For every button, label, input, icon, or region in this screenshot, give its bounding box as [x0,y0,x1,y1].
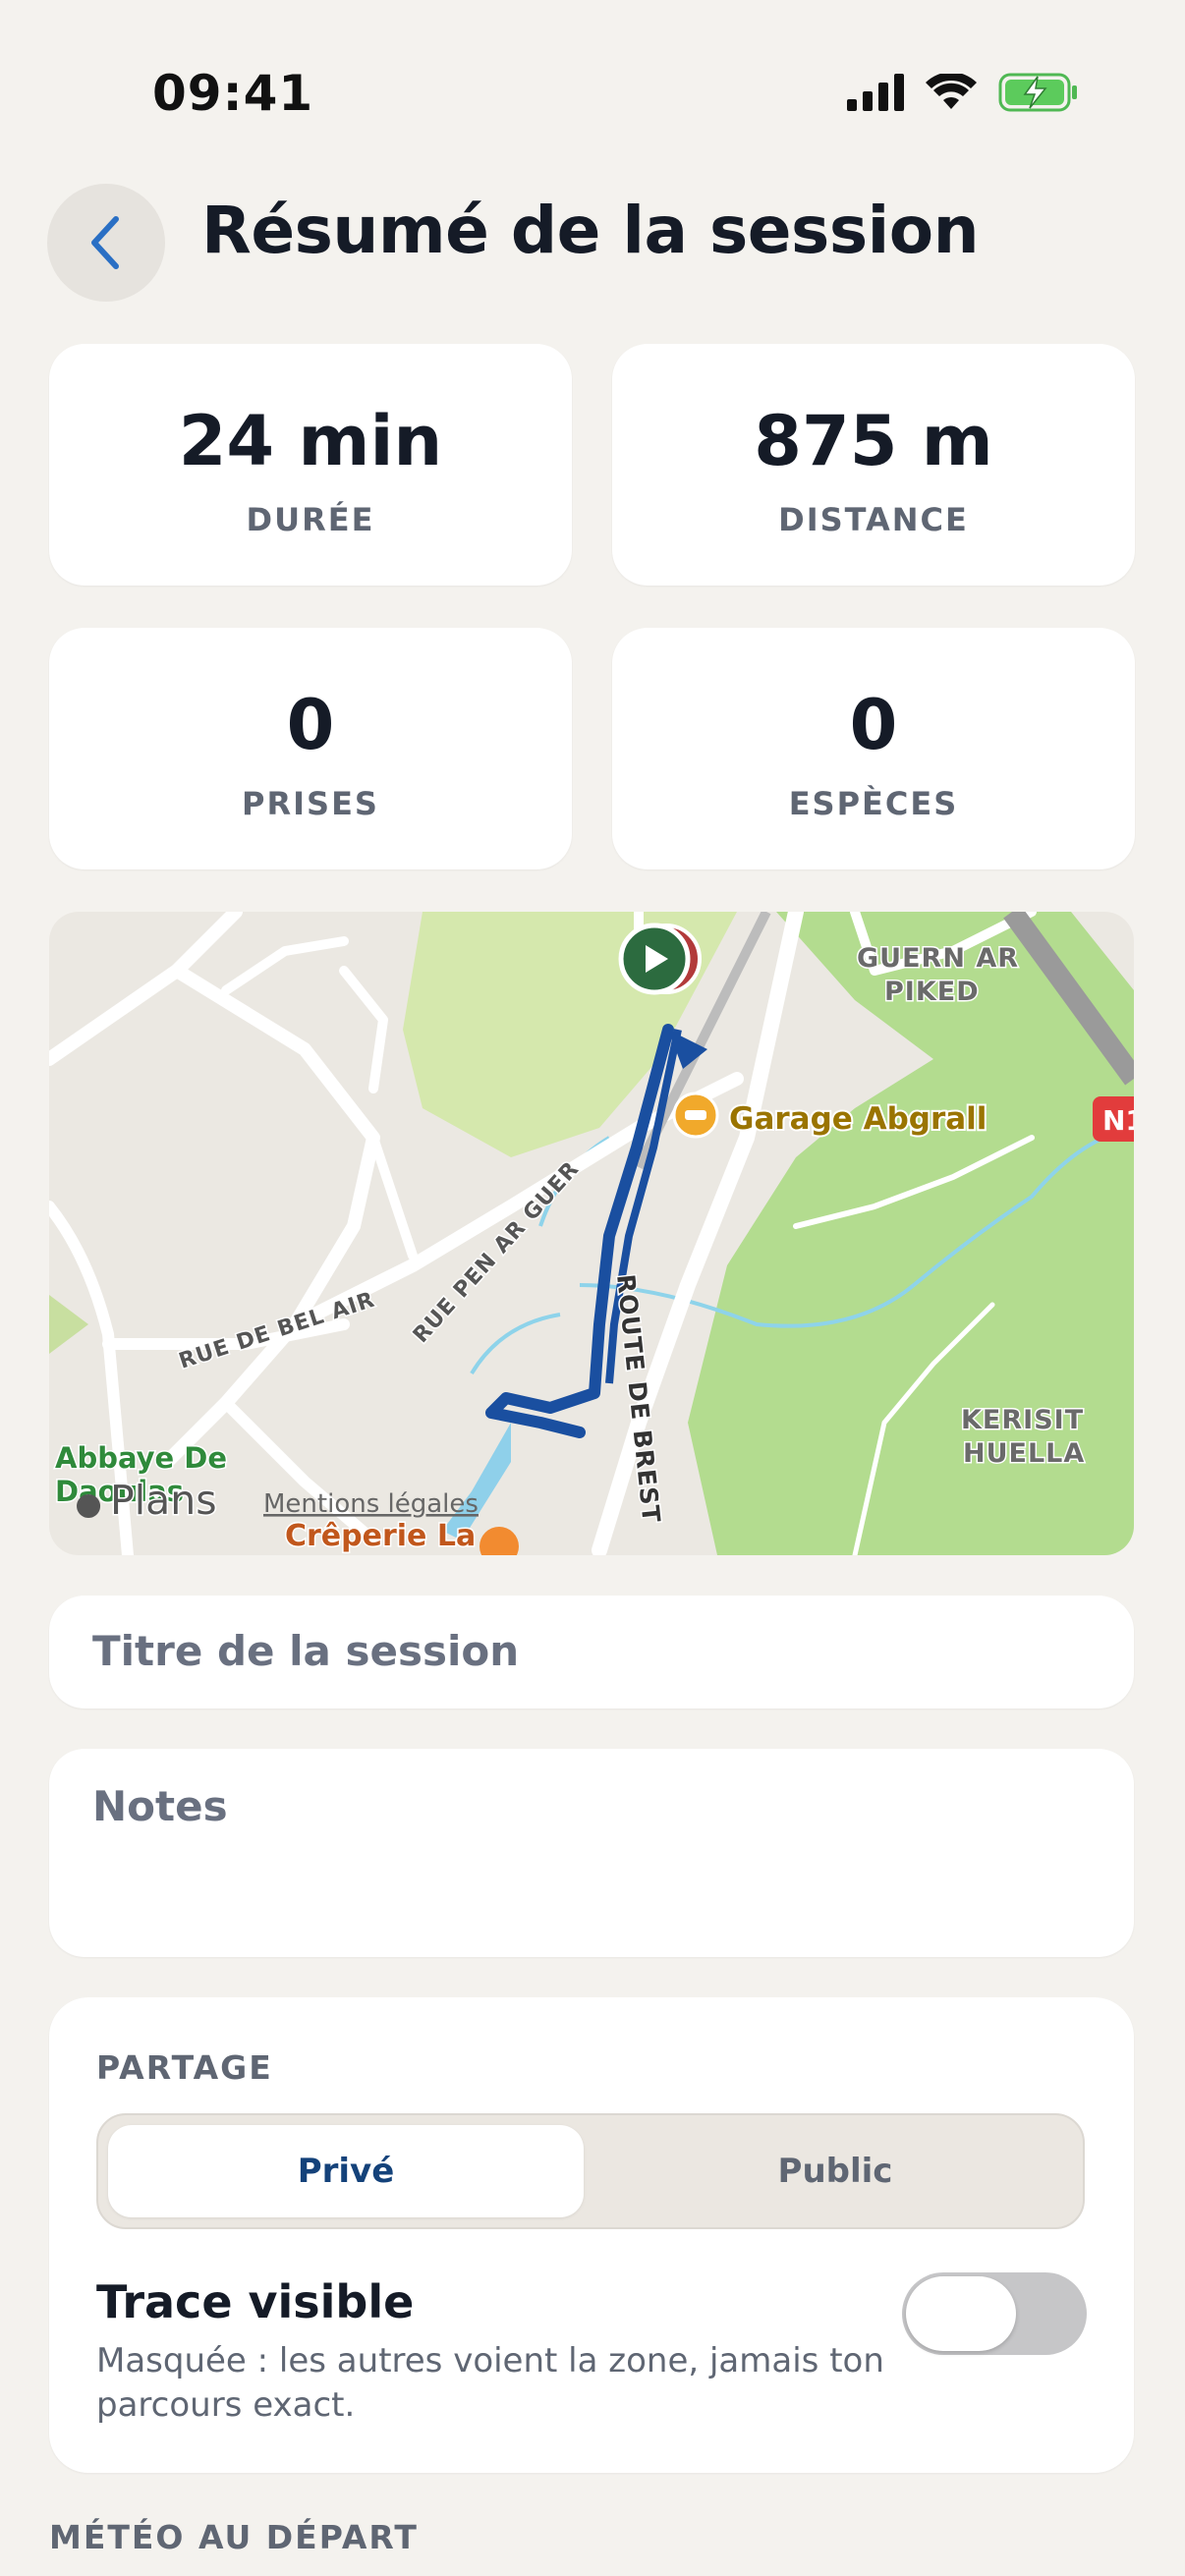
stat-value: 24 min [178,401,443,481]
back-button[interactable] [47,184,165,302]
poi-garage[interactable]: Garage Abgrall [727,1099,988,1139]
notes-field[interactable]: Notes [49,1749,1134,1957]
battery-charging-icon [998,73,1077,112]
segment-public[interactable]: Public [597,2125,1073,2217]
map-label-kerisit: KERISIT [961,1405,1084,1435]
trace-visible-label: Trace visible [96,2275,415,2328]
session-map[interactable]: Garage Abgrall N1 GUERN AR PIKED KERISIT… [49,912,1134,1555]
status-bar: 09:41 [0,0,1185,187]
poi-abbaye[interactable]: Abbaye De [54,1440,229,1477]
stat-label: DISTANCE [778,501,969,538]
stat-value: 875 m [754,401,993,481]
map-label-guern: GUERN AR [857,943,1019,974]
weather-heading: MÉTÉO AU DÉPART [49,2518,419,2556]
maps-attribution: Plans [110,1477,217,1524]
stat-label: PRISES [242,785,379,822]
street-label-bel-air: RUE DE BEL AIR [176,1288,378,1374]
page-title: Résumé de la session [201,193,980,268]
poi-creperie[interactable]: Crêperie La [284,1518,478,1555]
route-badge-label: N1 [1102,1104,1134,1137]
toggle-knob [906,2276,1016,2351]
session-title-field[interactable]: Titre de la session [49,1596,1134,1708]
sharing-heading: PARTAGE [96,2048,273,2087]
stat-label: DURÉE [246,501,375,538]
map-label-piked: PIKED [884,977,980,1007]
stat-card-species: 0 ESPÈCES [612,628,1135,869]
visibility-segmented-control: Privé Public [96,2113,1085,2229]
sharing-card: PARTAGE Privé Public Trace visible Masqu… [49,1997,1134,2473]
legal-notice-link[interactable]: Mentions légales [263,1489,479,1519]
stat-value: 0 [286,685,335,765]
trace-visible-toggle[interactable] [902,2272,1087,2355]
status-time: 09:41 [152,65,314,122]
session-title-placeholder: Titre de la session [92,1627,520,1675]
status-icons [847,73,1079,112]
cellular-signal-icon [847,74,904,111]
stat-card-distance: 875 m DISTANCE [612,344,1135,586]
stat-card-duration: 24 min DURÉE [49,344,572,586]
trace-visible-description: Masquée : les autres voient la zone, jam… [96,2341,884,2425]
apple-logo-icon [77,1494,101,1518]
map-label-huella: HUELLA [963,1438,1085,1469]
stat-value: 0 [849,685,898,765]
restaurant-icon [480,1527,519,1555]
segment-private[interactable]: Privé [108,2125,584,2217]
car-icon-body [685,1110,706,1120]
chevron-left-icon [91,216,119,269]
stat-card-catches: 0 PRISES [49,628,572,869]
notes-placeholder: Notes [92,1782,228,1830]
stat-label: ESPÈCES [788,785,959,822]
park-area [49,1295,88,1354]
wifi-icon [926,74,977,109]
